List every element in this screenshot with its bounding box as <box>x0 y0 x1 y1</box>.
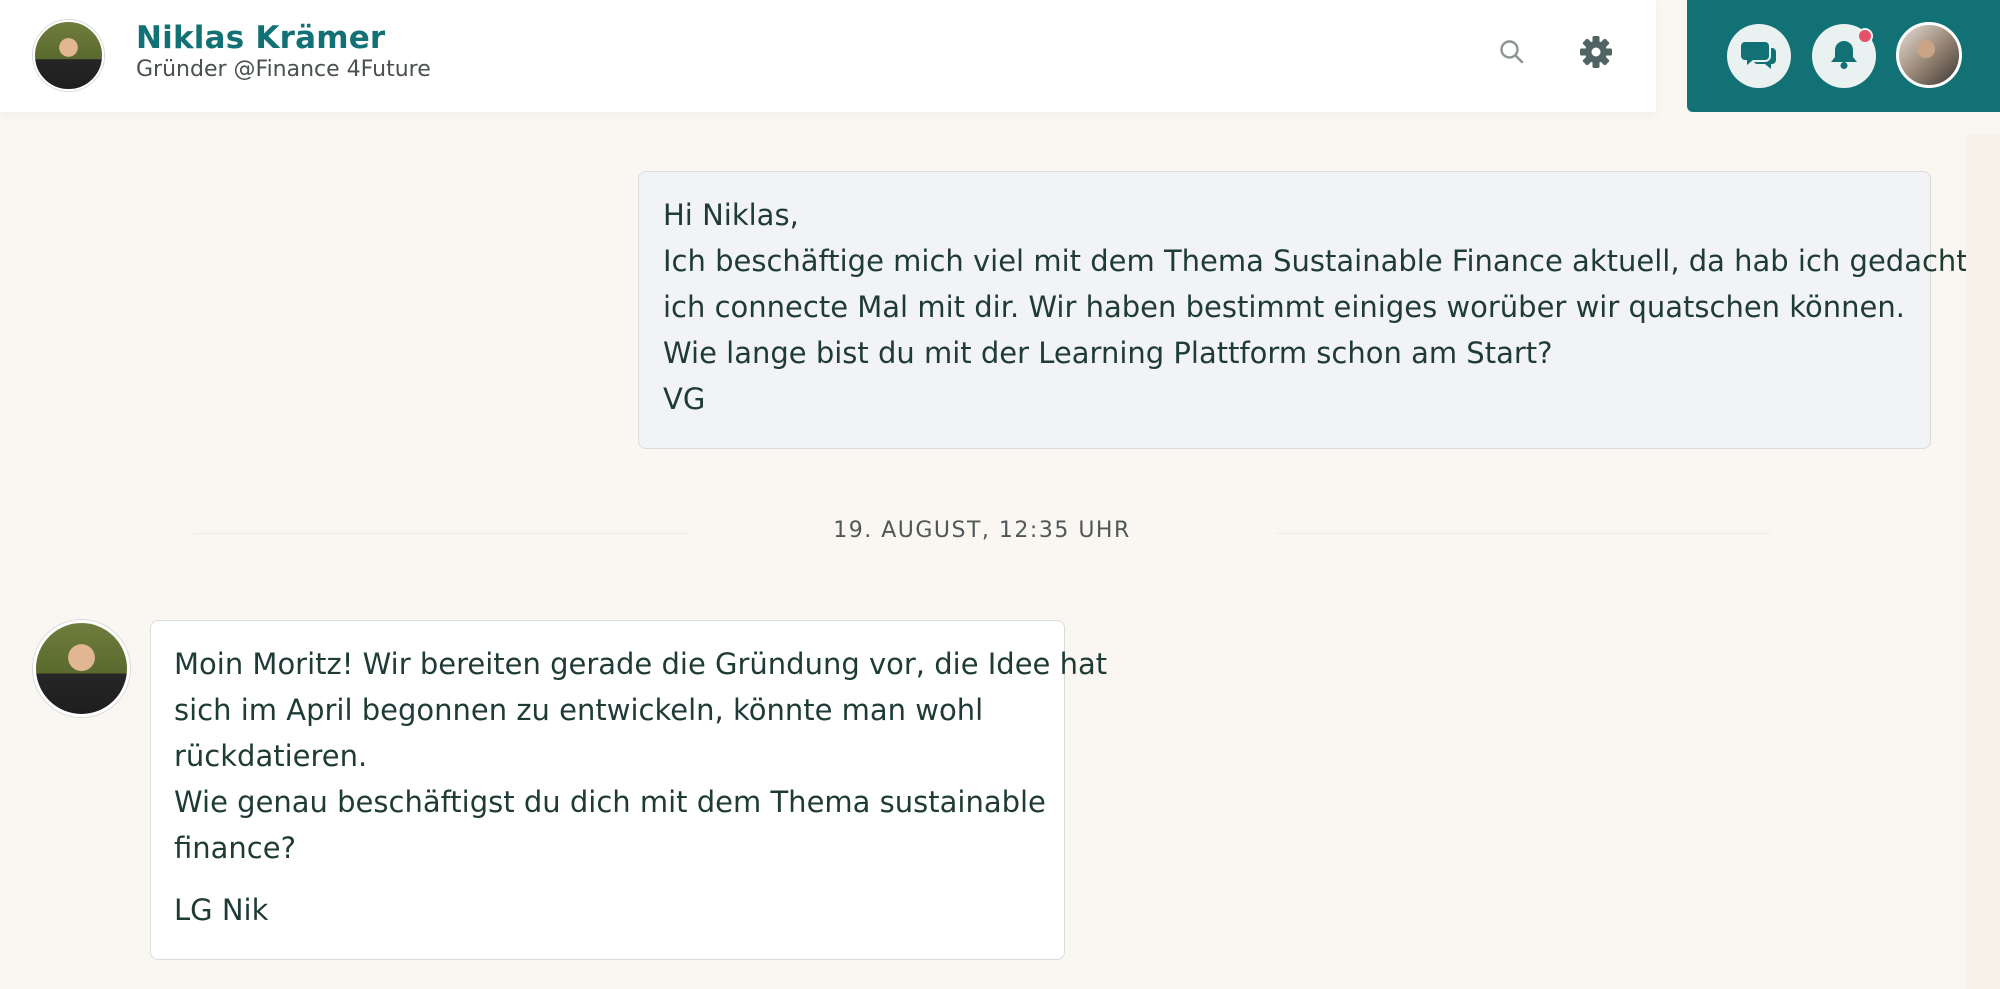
gear-icon <box>1579 35 1613 73</box>
message-signature: LG Nik <box>174 893 269 927</box>
message-sent: Hi Niklas, Ich beschäftige mich viel mit… <box>638 171 1977 449</box>
top-right-nav <box>1687 0 2000 112</box>
message-received: Moin Moritz! Wir bereiten gerade die Grü… <box>150 620 1108 960</box>
search-button[interactable] <box>1492 34 1532 74</box>
scrollbar[interactable] <box>1966 134 2000 989</box>
conversation-header: Niklas Krämer Gründer @Finance 4Future <box>0 0 1656 112</box>
notification-dot <box>1857 28 1873 44</box>
contact-subtitle: Gründer @Finance 4Future <box>136 57 431 82</box>
contact-avatar[interactable] <box>33 20 104 91</box>
message-line: Hi Niklas, <box>663 198 799 232</box>
message-line: VG <box>663 382 706 416</box>
date-divider: 19. AUGUST, 12:35 UHR <box>833 518 1131 543</box>
message-line: Wie lange bist du mit der Learning Platt… <box>663 336 1553 370</box>
contact-name[interactable]: Niklas Krämer <box>136 20 385 56</box>
message-line: ich connecte Mal mit dir. Wir haben best… <box>663 290 1905 324</box>
date-divider-line <box>193 533 688 534</box>
bell-icon <box>1829 38 1859 74</box>
message-line: Ich beschäftige mich viel mit dem Thema … <box>663 244 1977 278</box>
settings-button[interactable] <box>1576 34 1616 74</box>
date-divider-line <box>1276 533 1771 534</box>
user-avatar[interactable] <box>1896 22 1962 88</box>
message-line: rückdatieren. <box>174 739 368 773</box>
sender-avatar[interactable] <box>33 620 130 717</box>
notifications-button[interactable] <box>1812 24 1876 88</box>
message-line: Moin Moritz! Wir bereiten gerade die Grü… <box>174 647 1108 681</box>
chat-bubbles-icon <box>1741 38 1777 74</box>
messages-button[interactable] <box>1727 24 1791 88</box>
message-line: Wie genau beschäftigst du dich mit dem T… <box>174 785 1046 819</box>
message-line: finance? <box>174 831 296 865</box>
message-line: sich im April begonnen zu entwickeln, kö… <box>174 693 984 727</box>
search-icon <box>1499 39 1525 69</box>
